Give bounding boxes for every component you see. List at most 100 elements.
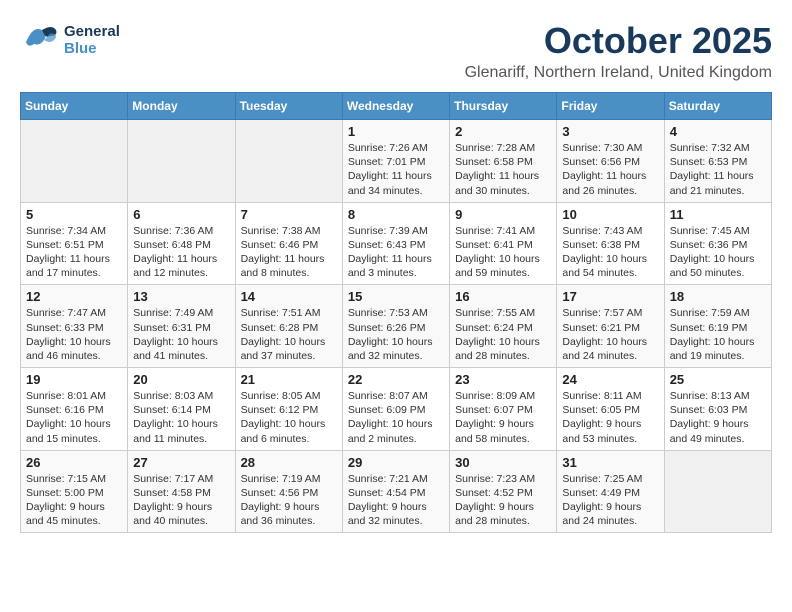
page-header: General Blue October 2025 Glenariff, Nor… <box>20 20 772 82</box>
calendar-cell: 15Sunrise: 7:53 AM Sunset: 6:26 PM Dayli… <box>342 285 449 368</box>
day-number: 18 <box>670 289 766 304</box>
calendar-cell: 20Sunrise: 8:03 AM Sunset: 6:14 PM Dayli… <box>128 368 235 451</box>
calendar-cell: 18 Sunrise: 7:59 AM Sunset: 6:19 PM Dayli… <box>664 285 771 368</box>
cell-content: Sunrise: 8:03 AM Sunset: 6:14 PM Dayligh… <box>133 389 229 446</box>
cell-content: Sunrise: 7:23 AM Sunset: 4:52 PM Dayligh… <box>455 472 551 529</box>
calendar-cell <box>235 120 342 203</box>
calendar-week-row: 5 Sunrise: 7:34 AM Sunset: 6:51 PM Daylig… <box>21 202 772 285</box>
cell-content: Sunrise: 7:49 AM Sunset: 6:31 PM Dayligh… <box>133 306 229 363</box>
day-number: 21 <box>241 372 337 387</box>
month-title: October 2025 <box>465 20 772 62</box>
day-number: 12 <box>26 289 122 304</box>
day-number: 15 <box>348 289 444 304</box>
weekday-header-sunday: Sunday <box>21 93 128 120</box>
day-number: 3 <box>562 124 658 139</box>
cell-content: Sunrise: 7:15 AM Sunset: 5:00 PM Dayligh… <box>26 472 122 529</box>
calendar-cell: 27Sunrise: 7:17 AM Sunset: 4:58 PM Dayli… <box>128 450 235 533</box>
weekday-header-thursday: Thursday <box>450 93 557 120</box>
day-number: 28 <box>241 455 337 470</box>
logo-text: General Blue <box>64 24 120 57</box>
day-number: 19 <box>26 372 122 387</box>
calendar-cell: 10 Sunrise: 7:43 AM Sunset: 6:38 PM Dayli… <box>557 202 664 285</box>
calendar-cell: 16 Sunrise: 7:55 AM Sunset: 6:24 PM Dayli… <box>450 285 557 368</box>
calendar-cell: 28 Sunrise: 7:19 AM Sunset: 4:56 PM Dayli… <box>235 450 342 533</box>
calendar-cell: 2 Sunrise: 7:28 AM Sunset: 6:58 PM Daylig… <box>450 120 557 203</box>
cell-content: Sunrise: 7:55 AM Sunset: 6:24 PM Dayligh… <box>455 306 551 363</box>
day-number: 2 <box>455 124 551 139</box>
cell-content: Sunrise: 7:19 AM Sunset: 4:56 PM Dayligh… <box>241 472 337 529</box>
cell-content: Sunrise: 7:34 AM Sunset: 6:51 PM Dayligh… <box>26 224 122 281</box>
weekday-header-friday: Friday <box>557 93 664 120</box>
calendar-cell: 8 Sunrise: 7:39 AM Sunset: 6:43 PM Daylig… <box>342 202 449 285</box>
day-number: 29 <box>348 455 444 470</box>
calendar-week-row: 12 Sunrise: 7:47 AM Sunset: 6:33 PM Dayli… <box>21 285 772 368</box>
calendar-cell: 25 Sunrise: 8:13 AM Sunset: 6:03 PM Dayli… <box>664 368 771 451</box>
day-number: 25 <box>670 372 766 387</box>
weekday-header-row: SundayMondayTuesdayWednesdayThursdayFrid… <box>21 93 772 120</box>
cell-content: Sunrise: 7:43 AM Sunset: 6:38 PM Dayligh… <box>562 224 658 281</box>
calendar-week-row: 19 Sunrise: 8:01 AM Sunset: 6:16 PM Dayli… <box>21 368 772 451</box>
cell-content: Sunrise: 7:38 AM Sunset: 6:46 PM Dayligh… <box>241 224 337 281</box>
calendar-cell: 1Sunrise: 7:26 AM Sunset: 7:01 PM Daylig… <box>342 120 449 203</box>
cell-content: Sunrise: 7:28 AM Sunset: 6:58 PM Dayligh… <box>455 141 551 198</box>
day-number: 23 <box>455 372 551 387</box>
day-number: 14 <box>241 289 337 304</box>
cell-content: Sunrise: 7:39 AM Sunset: 6:43 PM Dayligh… <box>348 224 444 281</box>
cell-content: Sunrise: 7:36 AM Sunset: 6:48 PM Dayligh… <box>133 224 229 281</box>
cell-content: Sunrise: 7:21 AM Sunset: 4:54 PM Dayligh… <box>348 472 444 529</box>
weekday-header-wednesday: Wednesday <box>342 93 449 120</box>
calendar-cell: 13 Sunrise: 7:49 AM Sunset: 6:31 PM Dayli… <box>128 285 235 368</box>
day-number: 31 <box>562 455 658 470</box>
day-number: 8 <box>348 207 444 222</box>
cell-content: Sunrise: 7:51 AM Sunset: 6:28 PM Dayligh… <box>241 306 337 363</box>
calendar-cell: 21 Sunrise: 8:05 AM Sunset: 6:12 PM Dayli… <box>235 368 342 451</box>
calendar-week-row: 26 Sunrise: 7:15 AM Sunset: 5:00 PM Dayli… <box>21 450 772 533</box>
calendar-cell <box>664 450 771 533</box>
calendar-table: SundayMondayTuesdayWednesdayThursdayFrid… <box>20 92 772 533</box>
calendar-cell <box>128 120 235 203</box>
cell-content: Sunrise: 7:30 AM Sunset: 6:56 PM Dayligh… <box>562 141 658 198</box>
cell-content: Sunrise: 7:47 AM Sunset: 6:33 PM Dayligh… <box>26 306 122 363</box>
title-area: October 2025 Glenariff, Northern Ireland… <box>465 20 772 82</box>
logo: General Blue <box>20 20 120 61</box>
location-title: Glenariff, Northern Ireland, United King… <box>465 64 772 82</box>
cell-content: Sunrise: 8:05 AM Sunset: 6:12 PM Dayligh… <box>241 389 337 446</box>
day-number: 17 <box>562 289 658 304</box>
cell-content: Sunrise: 8:01 AM Sunset: 6:16 PM Dayligh… <box>26 389 122 446</box>
day-number: 26 <box>26 455 122 470</box>
calendar-cell: 12 Sunrise: 7:47 AM Sunset: 6:33 PM Dayli… <box>21 285 128 368</box>
cell-content: Sunrise: 7:26 AM Sunset: 7:01 PM Dayligh… <box>348 141 444 198</box>
calendar-cell: 31Sunrise: 7:25 AM Sunset: 4:49 PM Dayli… <box>557 450 664 533</box>
day-number: 6 <box>133 207 229 222</box>
calendar-cell: 3 Sunrise: 7:30 AM Sunset: 6:56 PM Daylig… <box>557 120 664 203</box>
day-number: 9 <box>455 207 551 222</box>
cell-content: Sunrise: 8:07 AM Sunset: 6:09 PM Dayligh… <box>348 389 444 446</box>
day-number: 13 <box>133 289 229 304</box>
logo-general-text: General <box>64 24 120 41</box>
cell-content: Sunrise: 8:09 AM Sunset: 6:07 PM Dayligh… <box>455 389 551 446</box>
day-number: 27 <box>133 455 229 470</box>
calendar-cell: 6 Sunrise: 7:36 AM Sunset: 6:48 PM Daylig… <box>128 202 235 285</box>
calendar-cell: 14 Sunrise: 7:51 AM Sunset: 6:28 PM Dayli… <box>235 285 342 368</box>
cell-content: Sunrise: 7:32 AM Sunset: 6:53 PM Dayligh… <box>670 141 766 198</box>
weekday-header-tuesday: Tuesday <box>235 93 342 120</box>
calendar-cell: 29 Sunrise: 7:21 AM Sunset: 4:54 PM Dayli… <box>342 450 449 533</box>
calendar-cell: 23 Sunrise: 8:09 AM Sunset: 6:07 PM Dayli… <box>450 368 557 451</box>
day-number: 10 <box>562 207 658 222</box>
calendar-cell: 9 Sunrise: 7:41 AM Sunset: 6:41 PM Daylig… <box>450 202 557 285</box>
cell-content: Sunrise: 7:59 AM Sunset: 6:19 PM Dayligh… <box>670 306 766 363</box>
day-number: 5 <box>26 207 122 222</box>
cell-content: Sunrise: 8:13 AM Sunset: 6:03 PM Dayligh… <box>670 389 766 446</box>
day-number: 16 <box>455 289 551 304</box>
cell-content: Sunrise: 7:41 AM Sunset: 6:41 PM Dayligh… <box>455 224 551 281</box>
calendar-cell: 17Sunrise: 7:57 AM Sunset: 6:21 PM Dayli… <box>557 285 664 368</box>
cell-content: Sunrise: 8:11 AM Sunset: 6:05 PM Dayligh… <box>562 389 658 446</box>
calendar-cell: 26 Sunrise: 7:15 AM Sunset: 5:00 PM Dayli… <box>21 450 128 533</box>
calendar-cell <box>21 120 128 203</box>
calendar-week-row: 1Sunrise: 7:26 AM Sunset: 7:01 PM Daylig… <box>21 120 772 203</box>
day-number: 30 <box>455 455 551 470</box>
day-number: 22 <box>348 372 444 387</box>
calendar-cell: 7Sunrise: 7:38 AM Sunset: 6:46 PM Daylig… <box>235 202 342 285</box>
calendar-cell: 19 Sunrise: 8:01 AM Sunset: 6:16 PM Dayli… <box>21 368 128 451</box>
day-number: 24 <box>562 372 658 387</box>
